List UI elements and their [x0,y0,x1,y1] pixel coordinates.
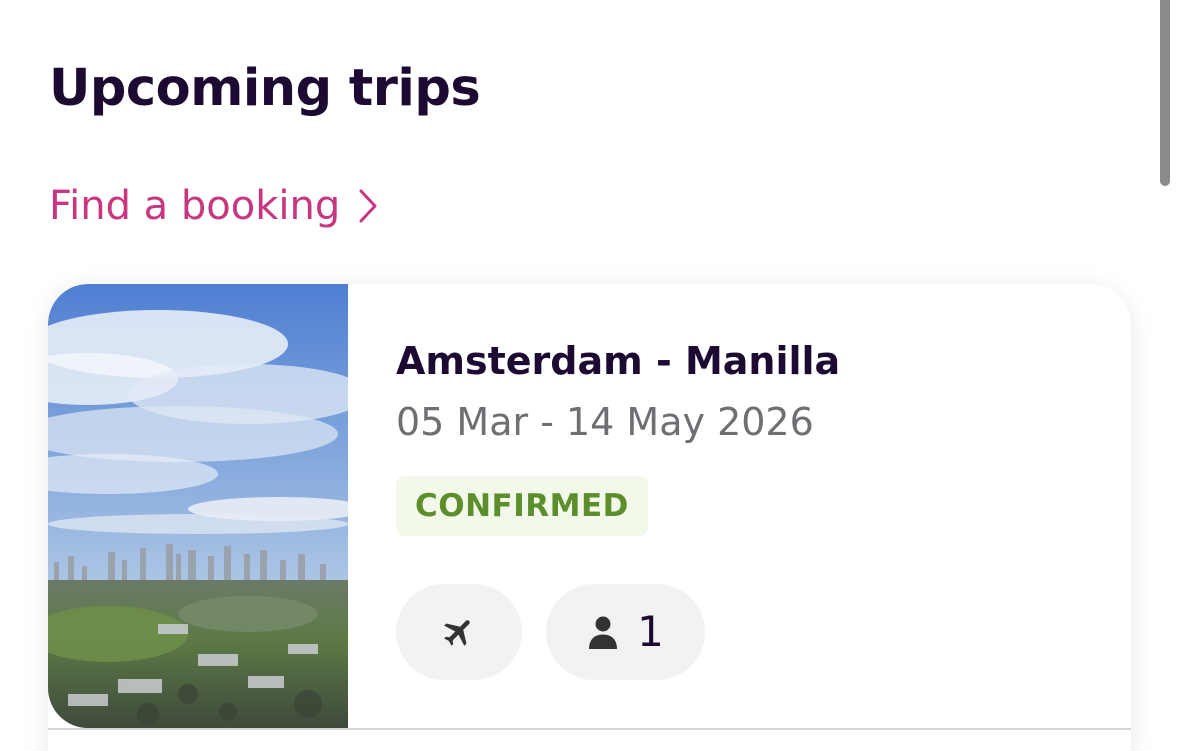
card-divider [48,728,1131,730]
page-title: Upcoming trips [49,59,481,118]
status-badge: CONFIRMED [396,476,648,536]
trip-route: Amsterdam - Manilla [396,339,841,383]
scrollbar[interactable] [1160,0,1170,186]
find-booking-link[interactable]: Find a booking [49,178,378,234]
chevron-right-icon [359,189,377,223]
person-icon [589,616,618,649]
find-booking-label: Find a booking [49,183,341,229]
passengers-chip[interactable]: 1 [546,584,705,680]
destination-photo [48,284,348,728]
passenger-count: 1 [637,607,664,656]
trip-dates: 05 Mar - 14 May 2026 [396,400,814,444]
airplane-icon [444,620,470,646]
trip-card[interactable]: Amsterdam - Manilla 05 Mar - 14 May 2026… [48,284,1131,751]
flight-chip[interactable] [396,584,522,680]
